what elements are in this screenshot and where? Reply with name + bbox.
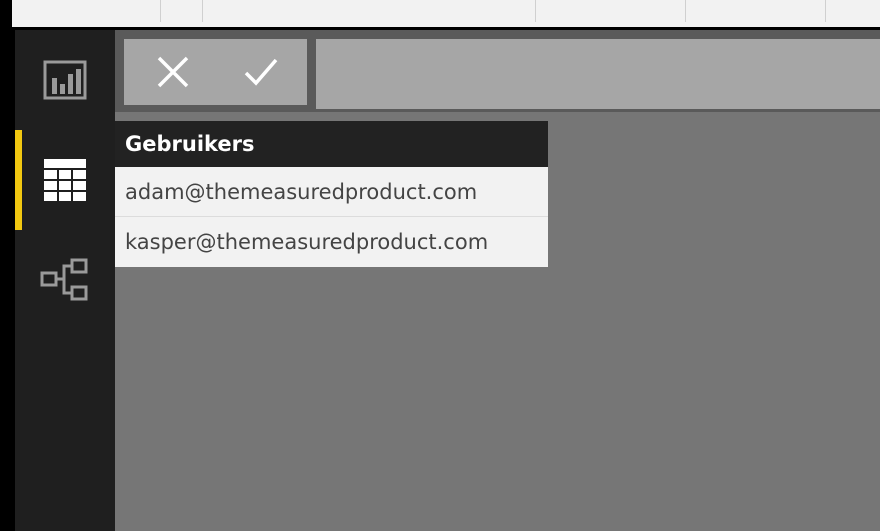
check-icon xyxy=(244,58,278,86)
ribbon-divider xyxy=(160,0,161,22)
cancel-button[interactable] xyxy=(128,39,218,105)
data-table: Gebruikers adam@themeasuredproduct.com k… xyxy=(115,121,548,267)
commit-button[interactable] xyxy=(216,39,306,105)
ribbon-strip xyxy=(12,0,880,28)
ribbon-divider xyxy=(825,0,826,22)
view-sidebar xyxy=(15,30,115,531)
ribbon-divider xyxy=(202,0,203,22)
model-view-icon xyxy=(40,258,88,301)
formula-input[interactable] xyxy=(316,39,880,109)
report-view-icon xyxy=(43,60,87,100)
ribbon-divider xyxy=(535,0,536,22)
column-header-gebruikers[interactable]: Gebruikers xyxy=(115,121,548,167)
formula-actions xyxy=(124,39,307,105)
ribbon-divider xyxy=(685,0,686,22)
nav-model-view[interactable] xyxy=(15,230,115,330)
table-row[interactable]: kasper@themeasuredproduct.com xyxy=(115,217,548,267)
table-row[interactable]: adam@themeasuredproduct.com xyxy=(115,167,548,217)
nav-data-view[interactable] xyxy=(15,130,115,230)
nav-report-view[interactable] xyxy=(15,30,115,130)
close-icon xyxy=(157,56,189,88)
data-view-icon xyxy=(44,159,86,201)
